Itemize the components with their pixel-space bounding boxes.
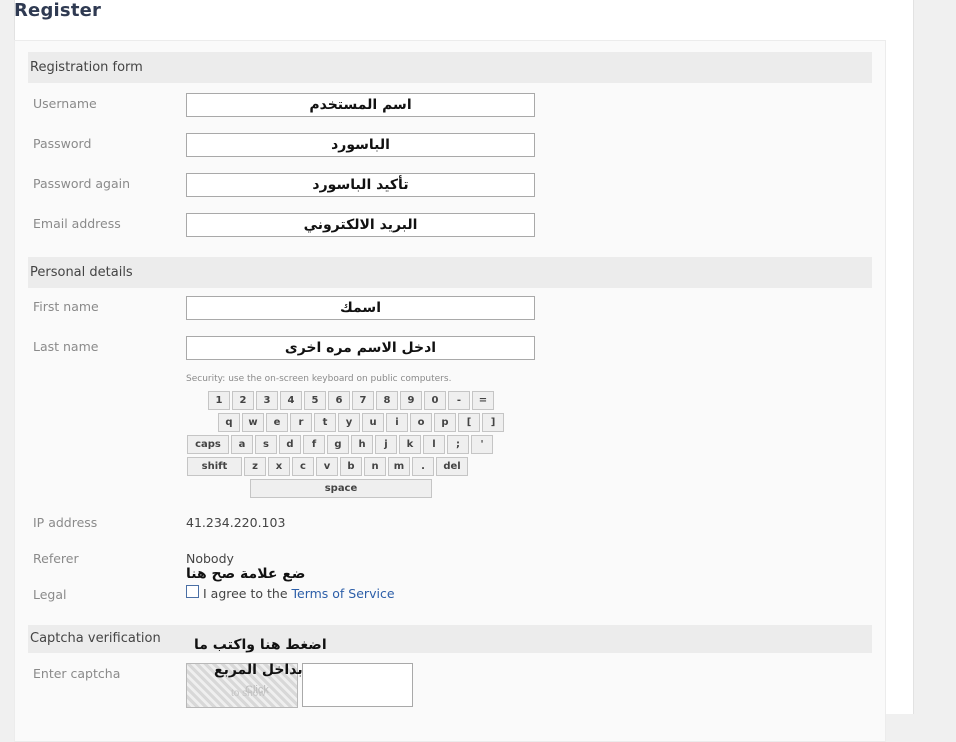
keyboard-key[interactable]: ; (447, 435, 469, 454)
captcha-annotation-line1: اضغط هنا واكتب ما (194, 637, 327, 653)
referer-label: Referer (33, 551, 79, 566)
keyboard-key[interactable]: a (231, 435, 253, 454)
keyboard-key[interactable]: u (362, 413, 384, 432)
keyboard-key[interactable]: e (266, 413, 288, 432)
keyboard-key[interactable]: q (218, 413, 240, 432)
captcha-label: Enter captcha (33, 666, 121, 681)
keyboard-key[interactable]: b (340, 457, 362, 476)
keyboard-key[interactable]: g (327, 435, 349, 454)
keyboard-key[interactable]: x (268, 457, 290, 476)
legal-label: Legal (33, 587, 67, 602)
keyboard-key[interactable]: 2 (232, 391, 254, 410)
keyboard-key[interactable]: ] (482, 413, 504, 432)
keyboard-key[interactable]: t (314, 413, 336, 432)
keyboard-key[interactable]: - (448, 391, 470, 410)
keyboard-key[interactable]: l (423, 435, 445, 454)
keyboard-key[interactable]: del (436, 457, 468, 476)
keyboard-hint: Security: use the on-screen keyboard on … (186, 374, 452, 384)
last-name-field[interactable]: ادخل الاسم مره اخرى (186, 336, 535, 360)
keyboard-key[interactable]: d (279, 435, 301, 454)
keyboard-key[interactable]: j (375, 435, 397, 454)
ip-value: 41.234.220.103 (186, 515, 286, 530)
keyboard-key[interactable]: i (386, 413, 408, 432)
ip-label: IP address (33, 515, 98, 530)
keyboard-key[interactable]: f (303, 435, 325, 454)
first-name-label: First name (33, 299, 99, 314)
keyboard-key[interactable]: n (364, 457, 386, 476)
personal-heading: Personal details (28, 257, 872, 288)
keyboard-key[interactable]: k (399, 435, 421, 454)
keyboard-key[interactable]: 8 (376, 391, 398, 410)
keyboard-key[interactable]: 0 (424, 391, 446, 410)
keyboard-key[interactable]: m (388, 457, 410, 476)
keyboard-key[interactable]: 9 (400, 391, 422, 410)
referer-value: Nobody (186, 551, 234, 566)
keyboard-key[interactable]: z (244, 457, 266, 476)
keyboard-key[interactable]: 1 (208, 391, 230, 410)
keyboard-key[interactable]: h (351, 435, 373, 454)
captcha-heading: Captcha verification (28, 625, 872, 653)
captcha-annotation-line2: بداخل المربع (214, 662, 303, 678)
password-label: Password (33, 136, 92, 151)
password-again-field[interactable]: تأكيد الباسورد (186, 173, 535, 197)
captcha-image-text-show: to show (231, 688, 266, 699)
keyboard-key[interactable]: 6 (328, 391, 350, 410)
keyboard-space-key[interactable]: space (250, 479, 432, 498)
keyboard-key[interactable]: v (316, 457, 338, 476)
keyboard-key[interactable]: [ (458, 413, 480, 432)
email-field[interactable]: البريد الالكتروني (186, 213, 535, 237)
keyboard-key[interactable]: y (338, 413, 360, 432)
legal-annotation: ضع علامة صح هنا (186, 566, 306, 582)
keyboard-key[interactable]: 7 (352, 391, 374, 410)
keyboard-key[interactable]: 3 (256, 391, 278, 410)
password-again-label: Password again (33, 176, 131, 191)
page-title: Register (14, 0, 102, 21)
keyboard-key[interactable]: shift (187, 457, 242, 476)
keyboard-key[interactable]: s (255, 435, 277, 454)
last-name-label: Last name (33, 339, 99, 354)
legal-text: I agree to the Terms of Service (203, 586, 395, 601)
keyboard-key[interactable]: p (434, 413, 456, 432)
captcha-input[interactable] (302, 663, 413, 707)
keyboard-key[interactable]: . (412, 457, 434, 476)
keyboard-key[interactable]: ' (471, 435, 493, 454)
keyboard-key[interactable]: 5 (304, 391, 326, 410)
registration-heading: Registration form (28, 52, 872, 83)
username-label: Username (33, 96, 97, 111)
username-field[interactable]: اسم المستخدم (186, 93, 535, 117)
keyboard-key[interactable]: o (410, 413, 432, 432)
first-name-field[interactable]: اسمك (186, 296, 535, 320)
keyboard-key[interactable]: c (292, 457, 314, 476)
email-label: Email address (33, 216, 121, 231)
keyboard-key[interactable]: = (472, 391, 494, 410)
legal-prefix: I agree to the (203, 586, 288, 601)
keyboard-key[interactable]: w (242, 413, 264, 432)
keyboard-key[interactable]: r (290, 413, 312, 432)
keyboard-key[interactable]: 4 (280, 391, 302, 410)
keyboard-key[interactable]: caps (187, 435, 229, 454)
terms-checkbox[interactable] (186, 585, 199, 598)
terms-of-service-link[interactable]: Terms of Service (292, 586, 395, 601)
password-field[interactable]: الباسورد (186, 133, 535, 157)
